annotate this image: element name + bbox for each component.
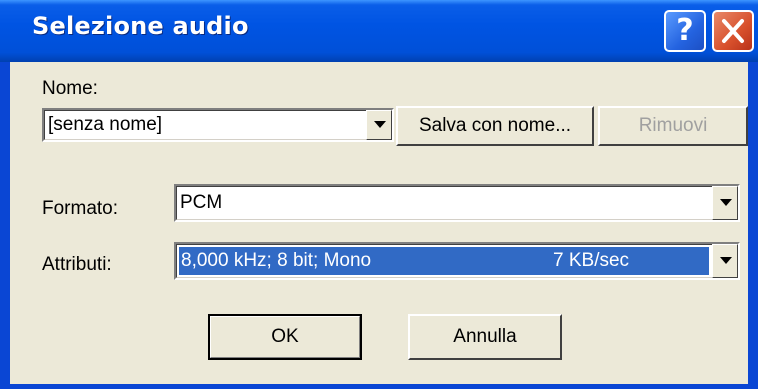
- remove-button-label: Rimuovi: [638, 115, 708, 136]
- chevron-down-icon[interactable]: [712, 186, 738, 220]
- dialog-window: Selezione audio ? Nome: [senza nome] Sal…: [0, 0, 758, 389]
- chevron-down-icon[interactable]: [712, 244, 738, 278]
- chevron-down-icon[interactable]: [366, 110, 392, 140]
- window-border-bottom: [0, 384, 758, 389]
- remove-button[interactable]: Rimuovi: [598, 106, 748, 146]
- format-label: Formato:: [42, 198, 119, 219]
- ok-button[interactable]: OK: [208, 314, 362, 360]
- attributes-rate: 7 KB/sec: [553, 250, 630, 271]
- name-combobox-value: [senza nome]: [48, 114, 163, 135]
- format-combobox-value: PCM: [180, 192, 223, 213]
- window-border-left: [0, 62, 10, 389]
- name-label: Nome:: [42, 78, 98, 99]
- save-as-button-label: Salva con nome...: [418, 115, 572, 136]
- cancel-button[interactable]: Annulla: [408, 314, 562, 360]
- cancel-button-label: Annulla: [453, 326, 517, 347]
- window-title: Selezione audio: [32, 12, 249, 40]
- format-combobox[interactable]: PCM: [174, 184, 740, 222]
- help-button[interactable]: ?: [664, 10, 706, 52]
- format-combobox-frame: [176, 186, 738, 220]
- attributes-label: Attributi:: [42, 254, 112, 275]
- attributes-combobox[interactable]: 8,000 kHz; 8 bit; Mono 7 KB/sec: [174, 242, 740, 280]
- name-combobox[interactable]: [senza nome]: [42, 108, 394, 142]
- title-bar[interactable]: Selezione audio ?: [0, 0, 758, 62]
- help-icon: ?: [676, 13, 694, 48]
- dialog-body: Nome: [senza nome] Salva con nome... Rim…: [10, 62, 748, 384]
- ok-button-label: OK: [271, 326, 299, 347]
- close-icon: [722, 19, 744, 43]
- close-button[interactable]: [712, 10, 754, 52]
- window-border-right: [748, 62, 758, 389]
- save-as-button[interactable]: Salva con nome...: [396, 106, 594, 146]
- attributes-selection: 8,000 kHz; 8 bit; Mono 7 KB/sec: [179, 247, 709, 275]
- attributes-value: 8,000 kHz; 8 bit; Mono: [181, 250, 372, 271]
